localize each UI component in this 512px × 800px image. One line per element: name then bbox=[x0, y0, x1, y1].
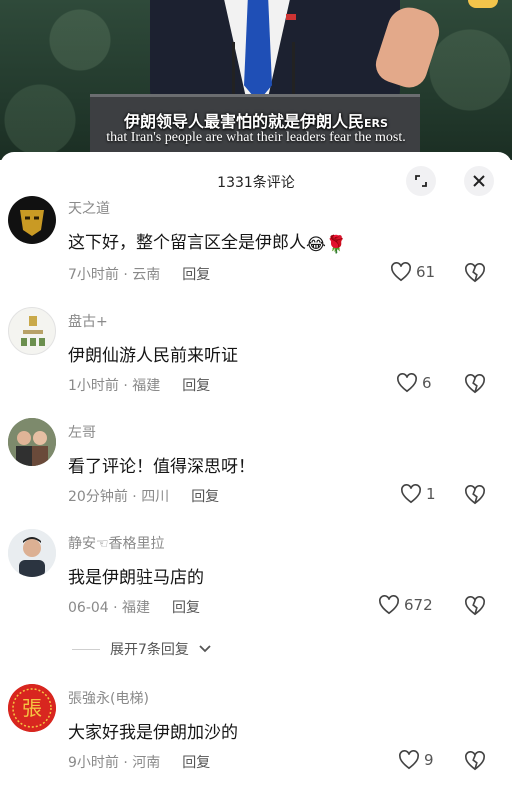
like-count: 1 bbox=[426, 485, 436, 503]
logo-avatar[interactable] bbox=[8, 307, 56, 355]
heart-icon bbox=[397, 373, 417, 393]
comment-meta: 7小时前 · 云南 回复 bbox=[68, 267, 211, 283]
like-count: 9 bbox=[424, 751, 434, 769]
reply-button[interactable]: 回复 bbox=[182, 755, 210, 771]
man-photo-avatar[interactable] bbox=[8, 529, 56, 577]
comment-username[interactable]: 天之道 bbox=[68, 198, 110, 218]
shop-logo-icon bbox=[21, 316, 45, 346]
broken-heart-icon[interactable] bbox=[464, 751, 486, 771]
heart-icon bbox=[399, 750, 419, 770]
comment-text: 伊朗仙游人民前来听证 bbox=[68, 346, 238, 366]
comment-text: 大家好我是伊朗加沙的 bbox=[68, 723, 238, 743]
heart-icon bbox=[379, 595, 399, 615]
comment-text: 我是伊朗驻马店的 bbox=[68, 568, 204, 588]
flag-pin bbox=[286, 14, 296, 20]
heart-icon bbox=[391, 262, 411, 282]
reply-button[interactable]: 回复 bbox=[191, 489, 219, 505]
red-seal-icon: 張 bbox=[8, 684, 56, 732]
close-icon bbox=[473, 175, 485, 187]
comment-meta: 1小时前 · 福建 回复 bbox=[68, 378, 211, 394]
comment-username[interactable]: 左哥 bbox=[68, 422, 96, 442]
like-button[interactable]: 61 bbox=[390, 262, 435, 282]
chevron-down-icon bbox=[199, 645, 211, 653]
comment-username[interactable]: 張強永(电梯) bbox=[68, 688, 149, 708]
collapse-icon bbox=[415, 175, 427, 187]
like-button[interactable]: 6 bbox=[396, 373, 432, 393]
comment-item: 盘古+ 伊朗仙游人民前来听证 1小时前 · 福建 回复 6 bbox=[0, 303, 512, 413]
like-button[interactable]: 672 bbox=[378, 595, 433, 615]
couple-photo-avatar[interactable] bbox=[8, 418, 56, 466]
reply-button[interactable]: 回复 bbox=[182, 378, 210, 394]
gold-mask-icon bbox=[20, 210, 44, 236]
like-count: 672 bbox=[404, 596, 433, 614]
svg-text:張: 張 bbox=[22, 696, 42, 720]
comment-item: 静安☜香格里拉 我是伊朗驻马店的 06-04 · 福建 回复 672 bbox=[0, 525, 512, 635]
laughing-emoji: 😂 bbox=[306, 235, 326, 255]
broken-heart-icon[interactable] bbox=[464, 263, 486, 283]
subtitle-chinese: 伊朗领导人最害怕的就是伊朗人民ERS bbox=[124, 112, 388, 131]
comment-item: 天之道 这下好，整个留言区全是伊郎人😂🌹 7小时前 · 云南 回复 61 bbox=[0, 192, 512, 302]
expand-replies-label: 展开7条回复 bbox=[110, 642, 189, 658]
like-button[interactable]: 9 bbox=[398, 750, 434, 770]
expand-divider bbox=[72, 648, 100, 650]
comment-text: 看了评论！值得深思呀！ bbox=[68, 457, 255, 477]
person-photo-icon bbox=[8, 529, 56, 577]
comment-item: 左哥 看了评论！值得深思呀！ 20分钟前 · 四川 回复 1 bbox=[0, 414, 512, 524]
comment-meta: 20分钟前 · 四川 回复 bbox=[68, 489, 220, 505]
reply-button[interactable]: 回复 bbox=[182, 267, 210, 283]
comments-sheet: 1331条评论 天之道 这下好，整个留言区全是伊郎人😂🌹 7小时前 · 云南 回复 bbox=[0, 152, 512, 800]
gold-mask-avatar[interactable] bbox=[8, 196, 56, 244]
people-photo-icon bbox=[8, 418, 56, 466]
comment-meta: 06-04 · 福建 回复 bbox=[68, 600, 201, 616]
microphone-left bbox=[232, 42, 235, 102]
comment-item: 張 張強永(电梯) 大家好我是伊朗加沙的 9小时前 · 河南 回复 9 bbox=[0, 680, 512, 790]
heart-icon bbox=[401, 484, 421, 504]
expand-replies-button[interactable]: 展开7条回复 bbox=[72, 639, 211, 659]
broken-heart-icon[interactable] bbox=[464, 374, 486, 394]
reply-button[interactable]: 回复 bbox=[172, 600, 200, 616]
speaker-tie bbox=[244, 0, 272, 102]
video-player[interactable]: 伊朗领导人最害怕的就是伊朗人民ERS that Iran's people ar… bbox=[0, 0, 512, 160]
like-count: 6 bbox=[422, 374, 432, 392]
comment-username[interactable]: 盘古+ bbox=[68, 311, 108, 331]
comment-text: 这下好，整个留言区全是伊郎人😂🌹 bbox=[68, 233, 348, 255]
rose-emoji: 🌹 bbox=[325, 235, 348, 255]
like-button[interactable]: 1 bbox=[400, 484, 436, 504]
red-seal-avatar[interactable]: 張 bbox=[8, 684, 56, 732]
broken-heart-icon[interactable] bbox=[464, 485, 486, 505]
microphone-right bbox=[292, 42, 295, 102]
comment-username[interactable]: 静安☜香格里拉 bbox=[68, 533, 165, 553]
comment-meta: 9小时前 · 河南 回复 bbox=[68, 755, 211, 771]
broken-heart-icon[interactable] bbox=[464, 596, 486, 616]
like-count: 61 bbox=[416, 263, 436, 281]
corner-badge bbox=[468, 0, 498, 8]
subtitle-english: that Iran's people are what their leader… bbox=[106, 130, 406, 145]
